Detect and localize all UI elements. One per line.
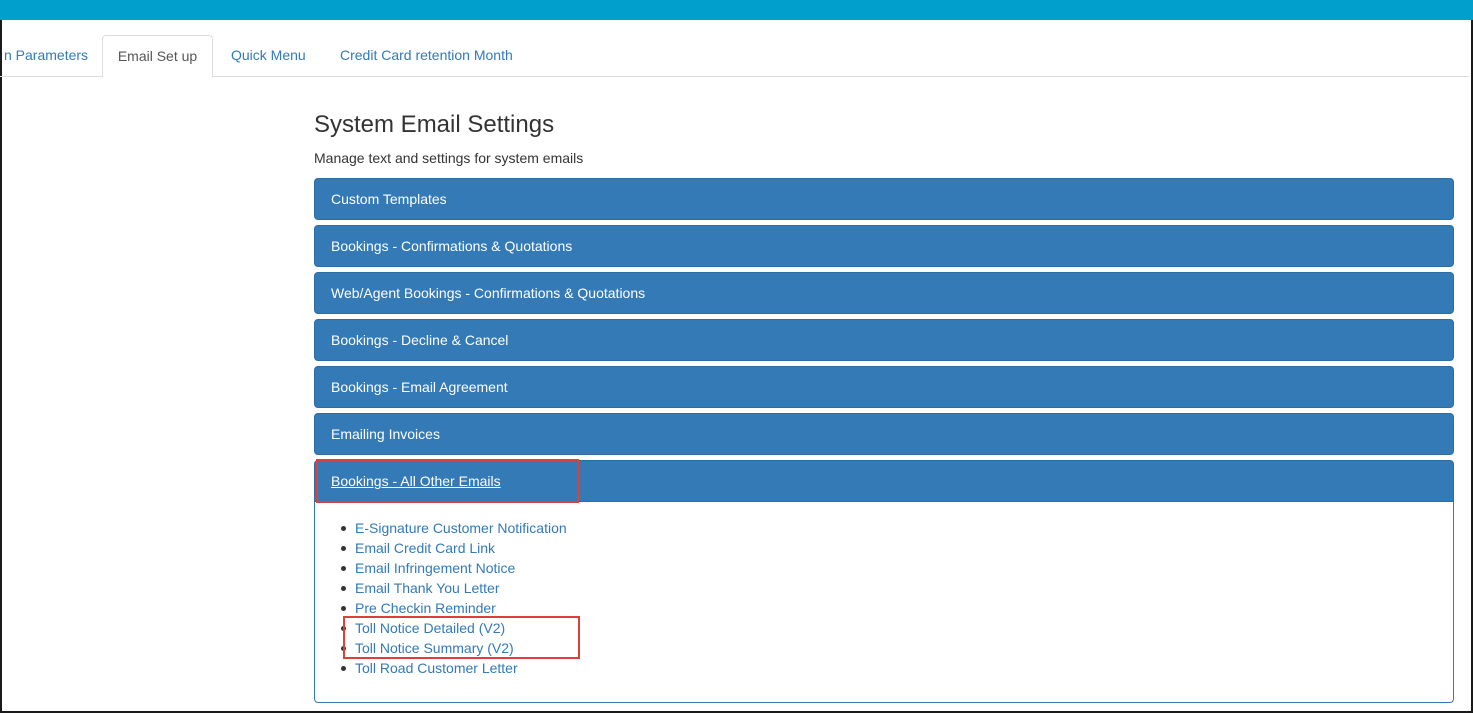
link-toll-road-customer-letter[interactable]: Toll Road Customer Letter xyxy=(355,660,518,676)
email-template-list: E-Signature Customer Notification Email … xyxy=(341,518,567,678)
link-toll-notice-summary-v2[interactable]: Toll Notice Summary (V2) xyxy=(355,640,514,656)
list-item: Toll Notice Summary (V2) xyxy=(341,638,567,658)
tab-email-setup[interactable]: Email Set up xyxy=(102,35,213,78)
tab-quick-menu[interactable]: Quick Menu xyxy=(231,35,306,77)
panel-web-agent-bookings[interactable]: Web/Agent Bookings - Confirmations & Quo… xyxy=(314,272,1454,314)
list-item: Email Thank You Letter xyxy=(341,578,567,598)
panel-bookings-all-other-emails[interactable]: Bookings - All Other Emails xyxy=(314,460,1454,502)
link-e-signature-customer-notification[interactable]: E-Signature Customer Notification xyxy=(355,520,567,536)
panel-emailing-invoices[interactable]: Emailing Invoices xyxy=(314,413,1454,455)
list-item: Pre Checkin Reminder xyxy=(341,598,567,618)
settings-tabs: n Parameters Email Set up Quick Menu Cre… xyxy=(0,35,1469,78)
list-item: E-Signature Customer Notification xyxy=(341,518,567,538)
list-item: Email Infringement Notice xyxy=(341,558,567,578)
list-item: Toll Notice Detailed (V2) xyxy=(341,618,567,638)
list-item: Toll Road Customer Letter xyxy=(341,658,567,678)
link-pre-checkin-reminder[interactable]: Pre Checkin Reminder xyxy=(355,600,496,616)
panel-bookings-decline-cancel[interactable]: Bookings - Decline & Cancel xyxy=(314,319,1454,361)
panel-link-all-other-emails[interactable]: Bookings - All Other Emails xyxy=(331,473,501,489)
panel-custom-templates[interactable]: Custom Templates xyxy=(314,178,1454,220)
tab-system-parameters[interactable]: n Parameters xyxy=(0,35,98,77)
link-toll-notice-detailed-v2[interactable]: Toll Notice Detailed (V2) xyxy=(355,620,505,636)
all-other-emails-body: E-Signature Customer Notification Email … xyxy=(314,502,1454,703)
page-subtitle: Manage text and settings for system emai… xyxy=(314,150,584,166)
panel-bookings-email-agreement[interactable]: Bookings - Email Agreement xyxy=(314,366,1454,408)
panel-bookings-confirmations[interactable]: Bookings - Confirmations & Quotations xyxy=(314,225,1454,267)
link-email-infringement-notice[interactable]: Email Infringement Notice xyxy=(355,560,515,576)
top-accent-bar xyxy=(0,0,1473,20)
link-email-credit-card-link[interactable]: Email Credit Card Link xyxy=(355,540,495,556)
link-email-thank-you-letter[interactable]: Email Thank You Letter xyxy=(355,580,500,596)
page-title: System Email Settings xyxy=(314,111,555,138)
tab-credit-card-retention-month[interactable]: Credit Card retention Month xyxy=(340,35,513,77)
list-item: Email Credit Card Link xyxy=(341,538,567,558)
